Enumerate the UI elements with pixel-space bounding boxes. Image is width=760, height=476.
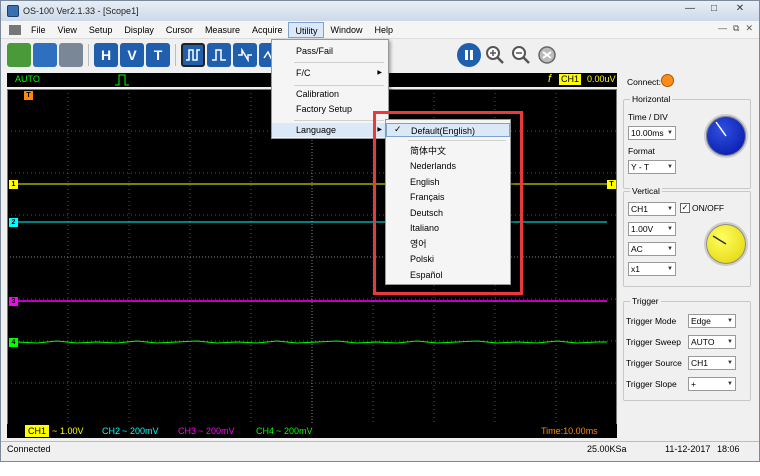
scope-display[interactable]: T 1 2 3 4 T: [7, 89, 617, 426]
pulse-icon: [115, 74, 129, 86]
mdi-close-icon[interactable]: ✕: [745, 23, 753, 34]
ch3-scale: 200mV: [206, 426, 235, 436]
ch2-scale: 200mV: [130, 426, 159, 436]
menu-measure[interactable]: Measure: [199, 22, 246, 38]
onoff-checkbox[interactable]: ✓: [680, 203, 690, 213]
trigger-slope-select[interactable]: +: [688, 377, 736, 391]
menu-item-factory-setup[interactable]: Factory Setup: [272, 102, 388, 116]
acquire-mode-text: AUTO: [15, 74, 40, 84]
app-window: OS-100 Ver2.1.33 - [Scope1] — □ ✕ File V…: [0, 0, 760, 462]
vertical-group: Vertical CH1 ✓ ON/OFF 1.00V AC x1: [623, 186, 751, 287]
format-label: Format: [628, 146, 655, 156]
menu-display[interactable]: Display: [118, 22, 160, 38]
menu-item-fc[interactable]: F/C: [272, 66, 388, 80]
open-icon[interactable]: [7, 43, 31, 67]
reset-icon[interactable]: [535, 43, 559, 67]
app-icon: [7, 5, 19, 17]
probe-select[interactable]: x1: [628, 262, 676, 276]
ch4-scale: 200mV: [284, 426, 313, 436]
trigger-source-label: Trigger Source: [626, 358, 682, 368]
run-mode-icon[interactable]: [181, 43, 205, 67]
trigger-channel-chip: CH1: [559, 74, 582, 85]
sample-rate: 25.00KSa: [587, 444, 627, 454]
trigger-edge-icon: f: [548, 73, 552, 85]
ch1-marker[interactable]: 1: [9, 180, 18, 189]
close-icon[interactable]: ✕: [729, 3, 751, 17]
ch1-scale: 1.00V: [60, 426, 84, 436]
document-icon[interactable]: [9, 24, 21, 35]
ch1-label[interactable]: CH1: [25, 425, 50, 437]
control-panel: Connect: Horizontal Time / DIV 10.00ms F…: [621, 71, 757, 441]
status-date: 11-12-2017: [665, 444, 711, 454]
menu-item-calibration[interactable]: Calibration: [272, 87, 388, 101]
time-readout: Time:10.00ms: [541, 426, 598, 436]
horizontal-button[interactable]: H: [94, 43, 118, 67]
volts-div-knob[interactable]: [704, 222, 748, 266]
menu-acquire[interactable]: Acquire: [246, 22, 289, 38]
menu-setup[interactable]: Setup: [83, 22, 119, 38]
menu-help[interactable]: Help: [368, 22, 399, 38]
channel-select[interactable]: CH1: [628, 202, 676, 216]
menu-cursor[interactable]: Cursor: [160, 22, 199, 38]
trigger-title: Trigger: [630, 296, 661, 306]
time-div-select[interactable]: 10.00ms: [628, 126, 676, 140]
menu-window[interactable]: Window: [324, 22, 368, 38]
trigger-button[interactable]: T: [146, 43, 170, 67]
channel-bar: CH1 ~ 1.00V CH2 ~ 200mV CH3 ~ 200mV CH4 …: [7, 424, 617, 438]
mdi-restore-icon[interactable]: ⧉: [733, 23, 739, 34]
ch4-marker[interactable]: 4: [9, 338, 18, 347]
save-icon[interactable]: [33, 43, 57, 67]
menu-utility[interactable]: Utility: [288, 21, 325, 38]
menu-item-language[interactable]: Language: [272, 123, 388, 137]
pause-icon[interactable]: [457, 43, 481, 67]
onoff-label: ON/OFF: [692, 203, 725, 213]
single-mode-icon[interactable]: [207, 43, 231, 67]
status-time: 18:06: [717, 444, 740, 454]
menu-file[interactable]: File: [25, 22, 52, 38]
trigger-group: Trigger Trigger Mode Edge Trigger Sweep …: [623, 296, 751, 401]
horizontal-group: Horizontal Time / DIV 10.00ms Format Y -…: [623, 94, 751, 189]
status-bar: Connected 25.00KSa 11-12-2017 18:06: [1, 441, 759, 457]
time-div-knob[interactable]: [704, 114, 748, 158]
zoom-out-icon[interactable]: [509, 43, 533, 67]
vertical-button[interactable]: V: [120, 43, 144, 67]
volts-div-select[interactable]: 1.00V: [628, 222, 676, 236]
trigger-sweep-select[interactable]: AUTO: [688, 335, 736, 349]
connect-label: Connect:: [627, 77, 662, 87]
highlight-box: [373, 111, 523, 295]
minimize-icon[interactable]: —: [681, 3, 699, 17]
horizontal-title: Horizontal: [630, 94, 673, 104]
trigger-source-select[interactable]: CH1: [688, 356, 736, 370]
ch3-marker[interactable]: 3: [9, 297, 18, 306]
connection-status: Connected: [7, 444, 51, 454]
trigger-level-marker[interactable]: T: [607, 180, 616, 189]
menu-bar: File View Setup Display Cursor Measure A…: [1, 21, 759, 39]
connect-status-icon[interactable]: [661, 74, 674, 87]
utility-menu: Pass/Fail F/C ▶ Calibration Factory Setu…: [271, 39, 389, 139]
trigger-slope-label: Trigger Slope: [626, 379, 677, 389]
trigger-mode-label: Trigger Mode: [626, 316, 677, 326]
trigger-mode-select[interactable]: Edge: [688, 314, 736, 328]
trigger-sweep-label: Trigger Sweep: [626, 337, 681, 347]
menu-view[interactable]: View: [52, 22, 83, 38]
ch2-marker[interactable]: 2: [9, 218, 18, 227]
mdi-minimize-icon[interactable]: —: [718, 23, 727, 34]
coupling-select[interactable]: AC: [628, 242, 676, 256]
trigger-level-text: 0.00uV: [587, 74, 616, 84]
vertical-title: Vertical: [630, 186, 662, 196]
fft-icon[interactable]: [233, 43, 257, 67]
time-div-label: Time / DIV: [628, 112, 668, 122]
maximize-icon[interactable]: □: [705, 3, 723, 17]
scope-grid: [7, 89, 617, 426]
trigger-position-marker[interactable]: T: [24, 91, 33, 100]
window-title: OS-100 Ver2.1.33 - [Scope1]: [23, 6, 139, 16]
title-bar: OS-100 Ver2.1.33 - [Scope1] — □ ✕: [1, 1, 759, 21]
format-select[interactable]: Y - T: [628, 160, 676, 174]
submenu-arrow-icon: ▶: [377, 70, 382, 76]
print-icon[interactable]: [59, 43, 83, 67]
menu-item-pass-fail[interactable]: Pass/Fail: [272, 44, 388, 58]
zoom-in-icon[interactable]: [483, 43, 507, 67]
